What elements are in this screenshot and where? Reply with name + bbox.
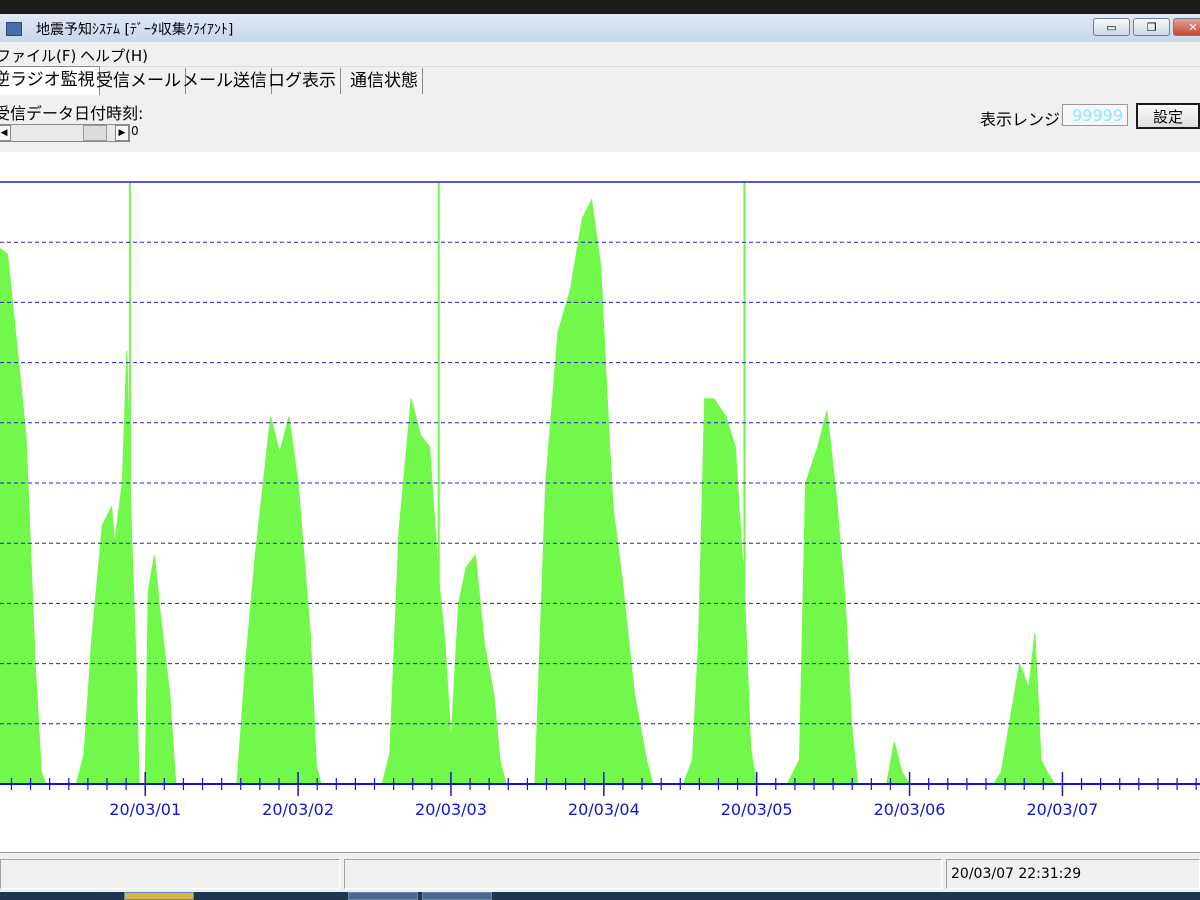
- x-tick-label-1: 20/03/01: [109, 800, 181, 819]
- taskbar-item-3[interactable]: [422, 892, 492, 900]
- tab-strip: 逆ラジオ監視 受信メール メール送信 ログ表示 通信状態: [0, 66, 1200, 96]
- menu-file[interactable]: ファイル(F): [0, 45, 76, 66]
- tab-send-mail[interactable]: メール送信: [178, 68, 272, 94]
- menu-help[interactable]: ヘルプ(H): [80, 45, 148, 66]
- window-title: 地震予知ｼｽﾃﾑ [ﾃﾞｰﾀ収集ｸﾗｲｱﾝﾄ]: [36, 22, 234, 38]
- scroll-value: 0: [131, 124, 139, 138]
- x-tick-label-5: 20/03/05: [721, 800, 793, 819]
- tab-radio-monitor[interactable]: 逆ラジオ監視: [0, 66, 100, 95]
- scroll-thumb[interactable]: [83, 125, 107, 141]
- title-bar: 地震予知ｼｽﾃﾑ [ﾃﾞｰﾀ収集ｸﾗｲｱﾝﾄ] ▭ ❐ ✕: [0, 14, 1200, 43]
- control-panel: 受信データ日付時刻: ◀ ▶ 0 表示レンジ: 設定: [0, 96, 1200, 152]
- set-button[interactable]: 設定: [1136, 103, 1200, 129]
- x-tick-label-4: 20/03/04: [568, 800, 640, 819]
- display-range-label: 表示レンジ:: [980, 110, 1066, 129]
- x-tick-label-6: 20/03/06: [874, 800, 946, 819]
- tab-received-mail[interactable]: 受信メール: [92, 68, 186, 94]
- app-icon: [6, 22, 22, 36]
- tab-log-view[interactable]: ログ表示: [264, 68, 341, 94]
- minimize-button[interactable]: ▭: [1093, 18, 1130, 36]
- received-datetime-label: 受信データ日付時刻:: [0, 104, 144, 123]
- display-range-input[interactable]: [1062, 104, 1128, 126]
- tab-comm-status[interactable]: 通信状態: [346, 68, 423, 94]
- screen-top-edge: [0, 0, 1200, 14]
- taskbar: [0, 892, 1200, 900]
- status-datetime: 20/03/07 22:31:29: [946, 859, 1200, 889]
- taskbar-item-1[interactable]: [124, 892, 194, 900]
- taskbar-item-2[interactable]: [348, 892, 418, 900]
- signal-chart: 20/03/01 20/03/02 20/03/03 20/03/04 20/03/05…: [0, 152, 1200, 852]
- menu-bar: ファイル(F) ヘルプ(H): [0, 42, 1200, 67]
- x-tick-label-7: 20/03/07: [1026, 800, 1098, 819]
- status-segment-1: [0, 859, 340, 889]
- signal-area: [0, 198, 1056, 785]
- chart-canvas: 20/03/01 20/03/02 20/03/03 20/03/04 20/03/05…: [0, 181, 1200, 819]
- time-scrollbar[interactable]: ◀ ▶: [0, 124, 130, 142]
- status-segment-2: [344, 859, 942, 889]
- scroll-left-arrow-icon[interactable]: ◀: [0, 125, 11, 141]
- status-bar: 20/03/07 22:31:29: [0, 852, 1200, 893]
- maximize-button[interactable]: ❐: [1133, 18, 1170, 36]
- scroll-right-arrow-icon[interactable]: ▶: [115, 125, 129, 141]
- x-tick-label-2: 20/03/02: [262, 800, 334, 819]
- x-tick-label-3: 20/03/03: [415, 800, 487, 819]
- close-button[interactable]: ✕: [1173, 18, 1200, 36]
